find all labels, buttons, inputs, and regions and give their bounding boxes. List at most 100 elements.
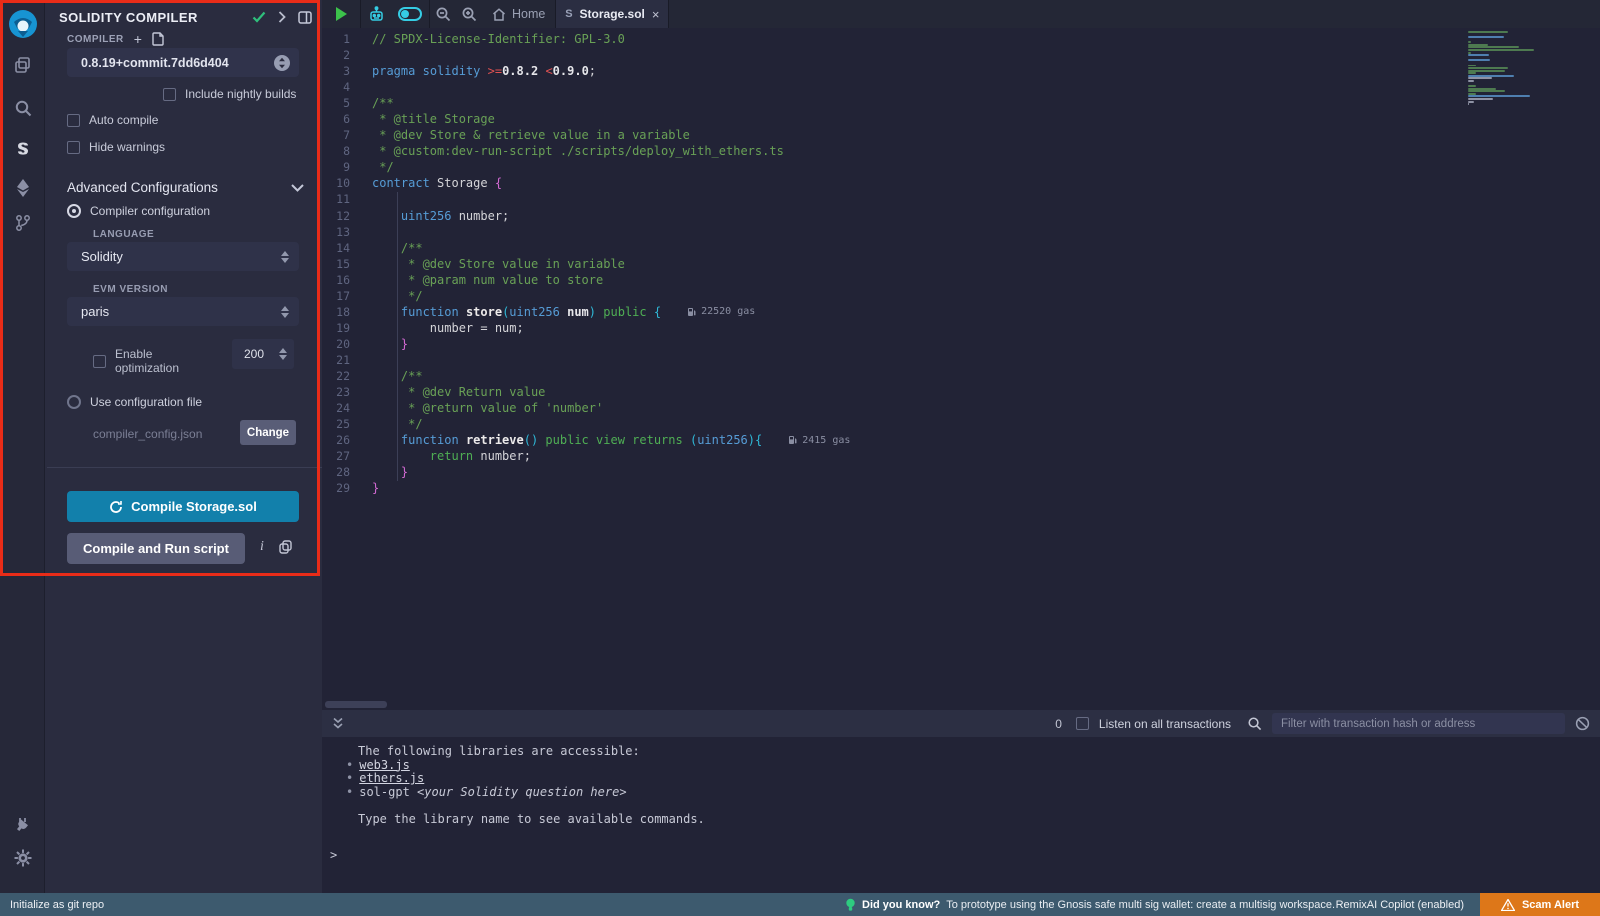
zoom-out-button[interactable] [430, 0, 456, 28]
code-line[interactable]: 21 [322, 352, 1600, 368]
compiler-configuration-label: Compiler configuration [90, 204, 210, 218]
sidebar-item-settings[interactable] [0, 841, 45, 875]
home-tab[interactable]: Home [482, 0, 555, 28]
code-line[interactable]: 1// SPDX-License-Identifier: GPL-3.0 [322, 31, 1600, 47]
nightly-builds-checkbox[interactable] [163, 88, 176, 101]
scam-alert-button[interactable]: Scam Alert [1480, 893, 1600, 916]
code-line[interactable]: 20 } [322, 336, 1600, 352]
code-line[interactable]: 16 * @param num value to store [322, 272, 1600, 288]
line-number: 10 [322, 176, 372, 190]
enable-optimization-checkbox-row[interactable]: Enableoptimization [93, 347, 179, 375]
transaction-filter-input[interactable] [1272, 713, 1565, 734]
auto-compile-checkbox[interactable] [67, 114, 80, 127]
code-line[interactable]: 12 uint256 number; [322, 208, 1600, 224]
minimap[interactable] [1468, 31, 1554, 106]
code-line[interactable]: 26 function retrieve() public view retur… [322, 432, 1600, 448]
minimap-line [1468, 41, 1471, 43]
minimap-line [1468, 98, 1493, 100]
git-init-status[interactable]: Initialize as git repo [10, 899, 104, 911]
toggle-switch-icon [398, 7, 422, 21]
compiler-configuration-radio[interactable] [67, 204, 81, 218]
forward-chevron-icon[interactable] [278, 11, 286, 23]
change-config-button[interactable]: Change [240, 420, 296, 445]
library-link[interactable]: web3.js [359, 758, 410, 772]
code-line[interactable]: 9 */ [322, 159, 1600, 175]
code-line[interactable]: 14 /** [322, 240, 1600, 256]
zoom-in-button[interactable] [456, 0, 482, 28]
config-file-name: compiler_config.json [93, 427, 202, 441]
compiler-version-select[interactable]: 0.8.19+commit.7dd6d404 [67, 48, 299, 77]
code-line[interactable]: 27 return number; [322, 448, 1600, 464]
code-line[interactable]: 15 * @dev Store value in variable [322, 256, 1600, 272]
line-number: 22 [322, 369, 372, 383]
scam-alert-label: Scam Alert [1522, 899, 1579, 911]
remix-logo[interactable] [0, 6, 45, 42]
code-line[interactable]: 8 * @custom:dev-run-script ./scripts/dep… [322, 143, 1600, 159]
line-number: 11 [322, 192, 372, 206]
use-config-file-radio-row[interactable]: Use configuration file [67, 395, 202, 409]
code-line[interactable]: 24 * @return value of 'number' [322, 400, 1600, 416]
nightly-builds-checkbox-row[interactable]: Include nightly builds [163, 87, 296, 101]
icon-rail [0, 0, 45, 893]
code-line[interactable]: 6 * @title Storage [322, 111, 1600, 127]
run-script-button[interactable] [322, 0, 360, 28]
auto-compile-checkbox-row[interactable]: Auto compile [67, 113, 158, 127]
tab-label: Storage.sol [580, 7, 645, 21]
clear-console-icon[interactable] [1575, 716, 1590, 731]
line-number: 29 [322, 481, 372, 495]
sidebar-item-deploy-run[interactable] [0, 171, 45, 205]
listen-all-transactions-checkbox[interactable] [1076, 717, 1089, 730]
code-line[interactable]: 5/** [322, 95, 1600, 111]
sidebar-item-git[interactable] [0, 206, 45, 240]
code-line[interactable]: 11 [322, 191, 1600, 207]
close-tab-icon[interactable]: × [652, 7, 660, 22]
compile-button[interactable]: Compile Storage.sol [67, 491, 299, 522]
code-line[interactable]: 23 * @dev Return value [322, 384, 1600, 400]
code-editor[interactable]: 1// SPDX-License-Identifier: GPL-3.023pr… [322, 28, 1600, 710]
code-line[interactable]: 4 [322, 79, 1600, 95]
open-file-icon[interactable] [152, 32, 165, 46]
hide-warnings-checkbox-row[interactable]: Hide warnings [67, 140, 165, 154]
sidebar-item-search[interactable] [0, 91, 45, 125]
code-line[interactable]: 3pragma solidity >=0.8.2 <0.9.0; [322, 63, 1600, 79]
code-line[interactable]: 19 number = num; [322, 320, 1600, 336]
advanced-configurations-toggle[interactable]: Advanced Configurations [67, 180, 304, 195]
info-icon[interactable]: i [260, 539, 264, 555]
evm-version-select[interactable]: paris [67, 297, 299, 326]
library-link[interactable]: ethers.js [359, 771, 424, 785]
copilot-toggle[interactable] [391, 0, 429, 28]
compile-and-run-button[interactable]: Compile and Run script [67, 533, 245, 564]
code-line[interactable]: 7 * @dev Store & retrieve value in a var… [322, 127, 1600, 143]
enable-optimization-checkbox[interactable] [93, 355, 106, 368]
code-line[interactable]: 2 [322, 47, 1600, 63]
code-line[interactable]: 18 function store(uint256 num) public {2… [322, 304, 1600, 320]
terminal-collapse-button[interactable] [332, 717, 344, 730]
use-config-file-radio[interactable] [67, 395, 81, 409]
code-line[interactable]: 25 */ [322, 416, 1600, 432]
horizontal-scrollbar[interactable] [325, 701, 387, 708]
sidebar-item-file-explorer[interactable] [0, 48, 45, 82]
optimization-runs-input[interactable]: 200 [232, 339, 294, 369]
code-line[interactable]: 28 } [322, 464, 1600, 480]
terminal-output[interactable]: The following libraries are accessible:•… [322, 737, 1600, 893]
code-line[interactable]: 29} [322, 480, 1600, 496]
code-line[interactable]: 17 */ [322, 288, 1600, 304]
sidebar-item-plugin-manager[interactable] [0, 808, 45, 842]
code-line[interactable]: 13 [322, 224, 1600, 240]
compiler-section-label: COMPILER [67, 34, 124, 45]
sidebar-item-solidity-compiler[interactable] [0, 131, 45, 165]
editor-toolbar: Home S Storage.sol × [322, 0, 1600, 28]
play-icon [336, 7, 347, 21]
copy-icon[interactable] [279, 540, 292, 559]
zoom-out-icon [435, 6, 451, 22]
terminal-prompt[interactable]: > [330, 848, 337, 862]
ai-copilot-button[interactable] [361, 0, 391, 28]
code-line[interactable]: 10contract Storage { [322, 175, 1600, 191]
add-compiler-icon[interactable]: + [134, 31, 142, 47]
language-select[interactable]: Solidity [67, 242, 299, 271]
tab-storage-sol[interactable]: S Storage.sol × [556, 0, 668, 28]
code-line[interactable]: 22 /** [322, 368, 1600, 384]
pin-panel-icon[interactable] [298, 11, 312, 24]
hide-warnings-checkbox[interactable] [67, 141, 80, 154]
compiler-configuration-radio-row[interactable]: Compiler configuration [67, 204, 210, 218]
